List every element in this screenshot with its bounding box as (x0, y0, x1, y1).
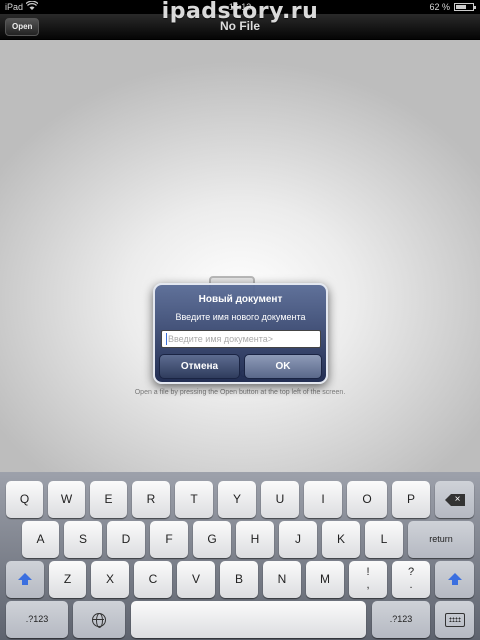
key-bottom-char: , (366, 579, 370, 591)
battery-icon (454, 3, 476, 11)
status-bar: iPad 16:13 62 % (0, 0, 480, 14)
document-name-input[interactable] (161, 330, 321, 348)
key-top-char: ? (407, 566, 415, 578)
key-r[interactable]: R (132, 481, 170, 518)
key-s[interactable]: S (64, 521, 102, 558)
key-question-period[interactable]: ? . (392, 561, 430, 598)
key-n[interactable]: N (263, 561, 301, 598)
key-l[interactable]: L (365, 521, 403, 558)
key-x[interactable]: X (91, 561, 129, 598)
key-f[interactable]: F (150, 521, 188, 558)
wifi-icon (25, 0, 39, 13)
globe-icon (92, 612, 106, 628)
hide-keyboard-key[interactable] (435, 601, 474, 638)
dialog-title: Новый документ (198, 294, 283, 305)
nav-bar: Open No File (0, 14, 480, 40)
backspace-icon (444, 493, 465, 506)
key-c[interactable]: C (134, 561, 172, 598)
key-exclaim-comma[interactable]: ! , (349, 561, 387, 598)
document-area: No File Opened Open a file by pressing t… (0, 40, 480, 472)
battery-fill (456, 5, 466, 9)
key-bottom-char: . (409, 579, 413, 591)
key-b[interactable]: B (220, 561, 258, 598)
shift-right-key[interactable] (435, 561, 474, 598)
globe-key[interactable] (73, 601, 125, 638)
new-document-dialog: Новый документ Введите имя нового докуме… (153, 283, 328, 384)
backspace-key[interactable] (435, 481, 474, 518)
shift-left-key[interactable] (6, 561, 44, 598)
battery-percent: 62 % (429, 2, 450, 12)
page-title: No File (219, 19, 260, 33)
key-i[interactable]: I (304, 481, 342, 518)
key-w[interactable]: W (48, 481, 85, 518)
hint-text: Open a file by pressing the Open button … (134, 389, 346, 396)
key-t[interactable]: T (175, 481, 213, 518)
key-q[interactable]: Q (6, 481, 43, 518)
key-j[interactable]: J (279, 521, 317, 558)
ok-button[interactable]: OK (244, 354, 322, 379)
key-p[interactable]: P (392, 481, 430, 518)
space-bar[interactable] (131, 601, 366, 638)
key-g[interactable]: G (193, 521, 231, 558)
numbers-key-right[interactable]: .?123 (372, 601, 430, 638)
key-m[interactable]: M (306, 561, 344, 598)
key-o[interactable]: O (347, 481, 387, 518)
device-name: iPad (5, 2, 24, 12)
cancel-button[interactable]: Отмена (159, 354, 240, 379)
numbers-key-left[interactable]: .?123 (6, 601, 68, 638)
dialog-message: Введите имя нового документа (175, 312, 306, 322)
key-h[interactable]: H (236, 521, 274, 558)
key-u[interactable]: U (261, 481, 299, 518)
shift-icon (18, 573, 32, 586)
key-d[interactable]: D (107, 521, 145, 558)
key-top-char: ! (366, 566, 370, 578)
key-y[interactable]: Y (218, 481, 256, 518)
on-screen-keyboard: Q W E R T Y U I O P A S D F G H J K L re… (0, 472, 480, 640)
key-z[interactable]: Z (49, 561, 86, 598)
shift-icon (447, 573, 462, 586)
keyboard-icon (444, 612, 465, 627)
return-key[interactable]: return (408, 521, 474, 558)
key-a[interactable]: A (22, 521, 59, 558)
key-k[interactable]: K (322, 521, 360, 558)
text-cursor (166, 333, 167, 345)
key-v[interactable]: V (177, 561, 215, 598)
key-e[interactable]: E (90, 481, 127, 518)
clock: 16:13 (228, 2, 252, 12)
